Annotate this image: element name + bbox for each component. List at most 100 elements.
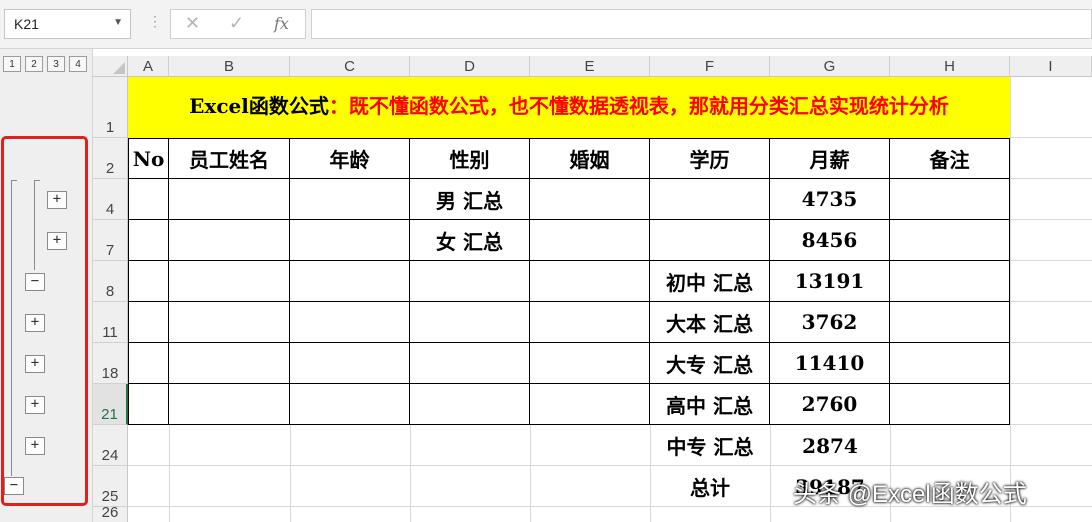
table-cell[interactable]	[128, 261, 169, 302]
table-cell[interactable]	[290, 220, 410, 261]
table-cell[interactable]	[530, 384, 650, 425]
table-cell[interactable]	[650, 220, 770, 261]
table-cell[interactable]: 2760	[770, 384, 890, 425]
table-cell[interactable]	[410, 302, 530, 343]
outline-level-3-button[interactable]: 3	[47, 56, 65, 72]
table-cell[interactable]	[530, 302, 650, 343]
row-header-25[interactable]: 25	[93, 466, 128, 507]
grand-total-label-cell[interactable]: 总计	[650, 466, 770, 507]
table-cell[interactable]	[169, 179, 290, 220]
insert-function-icon[interactable]: fx	[274, 14, 289, 33]
table-cell[interactable]	[530, 179, 650, 220]
table-cell[interactable]: 4735	[770, 179, 890, 220]
table-cell[interactable]: 11410	[770, 343, 890, 384]
collapse-group-button[interactable]: −	[4, 477, 24, 495]
gridline	[128, 465, 1092, 466]
name-box[interactable]: K21 ▼	[4, 9, 131, 39]
column-header-i[interactable]: I	[1010, 56, 1092, 77]
header-cell-education[interactable]: 学历	[650, 138, 770, 179]
row-header-24[interactable]: 24	[93, 425, 128, 466]
expand-group-button[interactable]: +	[25, 396, 45, 414]
column-header-e[interactable]: E	[530, 56, 650, 77]
table-cell[interactable]	[890, 179, 1010, 220]
table-cell[interactable]	[290, 179, 410, 220]
formula-input[interactable]	[311, 9, 1092, 39]
row-header-4[interactable]: 4	[93, 179, 128, 220]
table-cell[interactable]: 男 汇总	[410, 179, 530, 220]
table-cell[interactable]: 高中 汇总	[650, 384, 770, 425]
table-cell[interactable]	[890, 261, 1010, 302]
row-header-11[interactable]: 11	[93, 302, 128, 343]
row-header-1[interactable]: 1	[93, 77, 128, 138]
row-header-21[interactable]: 21	[93, 384, 128, 425]
table-cell[interactable]	[530, 261, 650, 302]
row-header-2[interactable]: 2	[93, 138, 128, 179]
header-cell-age[interactable]: 年龄	[290, 138, 410, 179]
column-header-b[interactable]: B	[169, 56, 290, 77]
table-cell[interactable]	[530, 220, 650, 261]
table-cell[interactable]	[890, 220, 1010, 261]
header-cell-no[interactable]: No	[128, 138, 169, 179]
table-cell[interactable]: 大本 汇总	[650, 302, 770, 343]
column-header-f[interactable]: F	[650, 56, 770, 77]
subtotal-label-cell[interactable]: 中专 汇总	[650, 425, 770, 466]
expand-group-button[interactable]: +	[47, 232, 67, 250]
table-cell[interactable]: 8456	[770, 220, 890, 261]
row-header-26[interactable]: 26	[93, 504, 128, 522]
table-cell[interactable]	[890, 302, 1010, 343]
table-cell[interactable]	[128, 343, 169, 384]
table-cell[interactable]	[169, 384, 290, 425]
table-cell[interactable]	[290, 261, 410, 302]
table-cell[interactable]	[890, 384, 1010, 425]
table-cell[interactable]: 女 汇总	[410, 220, 530, 261]
table-cell[interactable]	[530, 343, 650, 384]
row-header-8[interactable]: 8	[93, 261, 128, 302]
header-cell-notes[interactable]: 备注	[890, 138, 1010, 179]
table-cell[interactable]	[169, 343, 290, 384]
header-cell-gender[interactable]: 性别	[410, 138, 530, 179]
expand-group-button[interactable]: +	[25, 355, 45, 373]
table-cell[interactable]	[890, 343, 1010, 384]
table-cell[interactable]: 3762	[770, 302, 890, 343]
enter-check-icon[interactable]: ✓	[229, 13, 244, 34]
cancel-icon[interactable]: ✕	[185, 13, 200, 34]
table-cell[interactable]	[410, 384, 530, 425]
outline-level-1-button[interactable]: 1	[3, 56, 21, 72]
table-cell[interactable]	[128, 179, 169, 220]
subtotal-value-cell[interactable]: 2874	[770, 425, 890, 466]
table-cell[interactable]	[128, 220, 169, 261]
table-cell[interactable]: 大专 汇总	[650, 343, 770, 384]
column-header-a[interactable]: A	[128, 56, 169, 77]
table-cell[interactable]	[290, 343, 410, 384]
expand-group-button[interactable]: +	[47, 191, 67, 209]
table-cell[interactable]	[169, 220, 290, 261]
table-cell[interactable]	[290, 302, 410, 343]
table-cell[interactable]	[410, 343, 530, 384]
table-cell[interactable]	[410, 261, 530, 302]
expand-group-button[interactable]: +	[25, 437, 45, 455]
outline-level-4-button[interactable]: 4	[69, 56, 87, 72]
chevron-down-icon[interactable]: ▼	[113, 17, 123, 28]
column-header-d[interactable]: D	[410, 56, 530, 77]
table-cell[interactable]: 13191	[770, 261, 890, 302]
table-cell[interactable]: 初中 汇总	[650, 261, 770, 302]
select-all-corner[interactable]	[93, 56, 128, 77]
table-cell[interactable]	[290, 384, 410, 425]
collapse-group-button[interactable]: −	[25, 273, 45, 291]
table-cell[interactable]	[128, 302, 169, 343]
table-cell[interactable]	[128, 384, 169, 425]
column-header-h[interactable]: H	[890, 56, 1010, 77]
column-header-c[interactable]: C	[290, 56, 410, 77]
header-cell-marriage[interactable]: 婚姻	[530, 138, 650, 179]
expand-group-button[interactable]: +	[25, 314, 45, 332]
header-cell-name[interactable]: 员工姓名	[169, 138, 290, 179]
row-header-7[interactable]: 7	[93, 220, 128, 261]
header-cell-salary[interactable]: 月薪	[770, 138, 890, 179]
table-cell[interactable]	[650, 179, 770, 220]
row-header-18[interactable]: 18	[93, 343, 128, 384]
table-cell[interactable]	[169, 261, 290, 302]
sheet-title-banner[interactable]: Excel函数公式：既不懂函数公式，也不懂数据透视表，那就用分类汇总实现统计分析	[128, 77, 1010, 138]
outline-level-2-button[interactable]: 2	[25, 56, 43, 72]
column-header-g[interactable]: G	[770, 56, 890, 77]
table-cell[interactable]	[169, 302, 290, 343]
